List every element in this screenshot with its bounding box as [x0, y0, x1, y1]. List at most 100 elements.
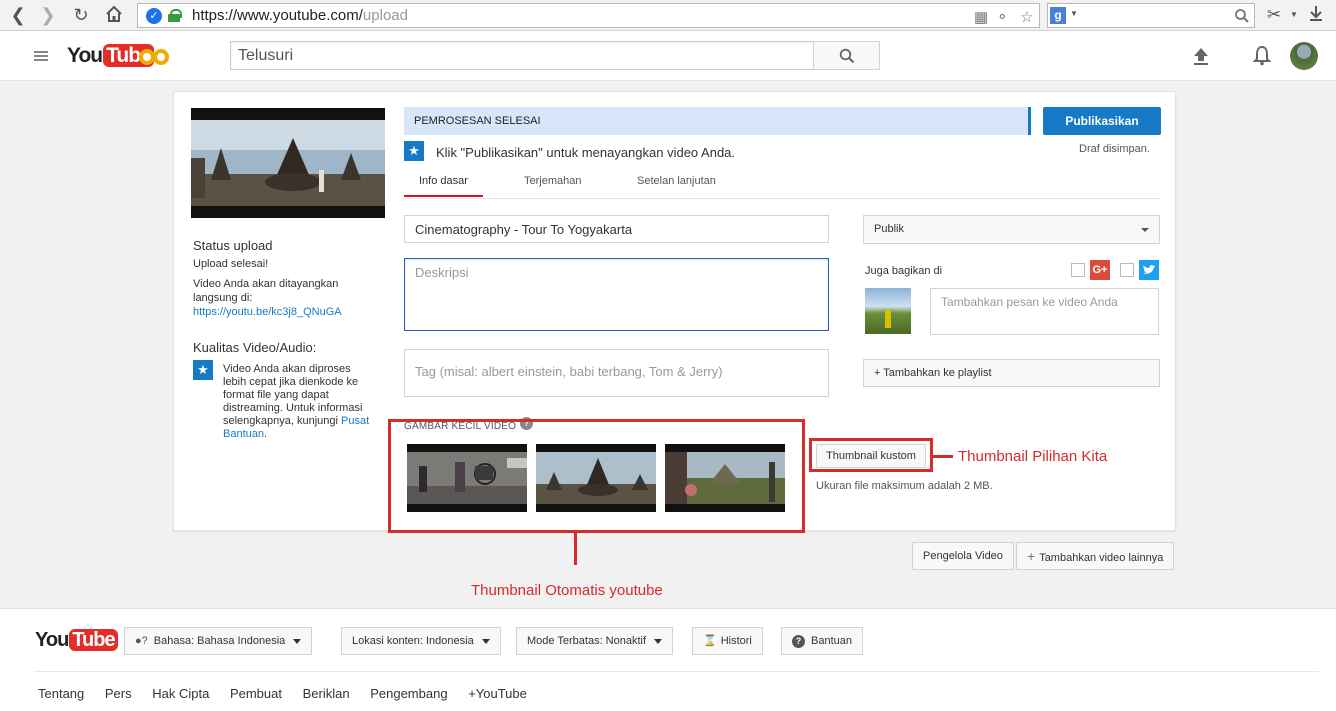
- footer-youtube-logo[interactable]: You Tube: [35, 629, 118, 651]
- tab-basic-info[interactable]: Info dasar: [404, 175, 483, 197]
- location-caret-icon: [481, 638, 490, 644]
- footer-link-copyright[interactable]: Hak Cipta: [152, 686, 209, 701]
- publish-hint-text: Klik "Publikasikan" untuk menayangkan vi…: [436, 145, 736, 160]
- youtube-header: You Tube Telusuri: [0, 31, 1336, 81]
- quality-text: Video Anda akan diproses lebih cepat jik…: [223, 363, 373, 441]
- footer-link-advertise[interactable]: Beriklan: [303, 686, 350, 701]
- video-link[interactable]: https://youtu.be/kc3j8_QNuGA: [193, 306, 342, 318]
- forward-icon[interactable]: ❯: [37, 4, 59, 26]
- footer-link-plus-youtube[interactable]: +YouTube: [468, 686, 527, 701]
- menu-caret-icon[interactable]: ▼: [1283, 4, 1305, 26]
- address-url: https://www.youtube.com/upload: [192, 4, 408, 27]
- scissors-icon[interactable]: ✂: [1263, 4, 1285, 26]
- guide-menu-icon[interactable]: [34, 51, 48, 61]
- share-message-field[interactable]: Tambahkan pesan ke video Anda: [930, 288, 1159, 335]
- browser-toolbar: ❮ ❯ ↻ ✓ https://www.youtube.com/upload ▦…: [0, 0, 1336, 31]
- upload-status-text: Upload selesai!: [193, 258, 269, 270]
- notifications-bell-icon[interactable]: [1250, 44, 1274, 68]
- footer-link-creators[interactable]: Pembuat: [230, 686, 282, 701]
- add-more-plus-icon: +: [1027, 548, 1036, 564]
- browser-search-icon[interactable]: [1234, 8, 1250, 24]
- publish-button[interactable]: Publikasikan: [1043, 107, 1161, 135]
- auto-annotation-connector: [574, 533, 577, 565]
- address-bar[interactable]: ✓ https://www.youtube.com/upload ▦ ⚬ ☆: [137, 3, 1040, 28]
- custom-thumbnail-annotation-box: [809, 438, 933, 472]
- restricted-mode-button[interactable]: Mode Terbatas: Nonaktif: [516, 627, 674, 655]
- add-more-videos-button[interactable]: + Tambahkan video lainnya: [1016, 542, 1175, 570]
- help-label: Bantuan: [811, 635, 852, 647]
- search-engine-caret-icon[interactable]: ▼: [1070, 9, 1078, 18]
- auto-thumbnail-annotation-text: Thumbnail Otomatis youtube: [471, 582, 663, 599]
- url-host: https://www.youtube.com/: [192, 7, 363, 24]
- twitter-icon: [1139, 260, 1159, 280]
- help-button[interactable]: ? Bantuan: [781, 627, 863, 655]
- download-icon[interactable]: [1305, 4, 1327, 26]
- tab-translations[interactable]: Terjemahan: [524, 175, 581, 187]
- video-manager-button[interactable]: Pengelola Video: [912, 542, 1014, 570]
- add-to-playlist-button[interactable]: + Tambahkan ke playlist: [863, 359, 1160, 387]
- url-path: upload: [362, 7, 408, 24]
- custom-annotation-connector: [933, 455, 953, 458]
- description-field[interactable]: Deskripsi: [404, 258, 829, 331]
- share-gplus-checkbox[interactable]: [1071, 263, 1085, 277]
- search-input[interactable]: Telusuri: [230, 41, 814, 70]
- privacy-select[interactable]: Publik: [863, 215, 1160, 244]
- privacy-caret-icon: [1141, 228, 1149, 232]
- share-label: Juga bagikan di: [865, 265, 943, 277]
- footer-divider: [34, 671, 1319, 672]
- publish-hint-star-icon: ★: [404, 141, 424, 161]
- footer: You Tube ●? Bahasa: Bahasa Indonesia Lokas…: [0, 608, 1336, 711]
- description-placeholder: Deskripsi: [415, 265, 469, 280]
- tags-placeholder: Tag (misal: albert einstein, babi terban…: [415, 364, 723, 379]
- home-icon[interactable]: [103, 4, 125, 26]
- translate-icon[interactable]: ▦: [974, 6, 988, 29]
- search-button[interactable]: [813, 41, 880, 70]
- browser-search-box[interactable]: g ▼: [1047, 3, 1255, 28]
- share-thumbnail: [865, 288, 911, 334]
- share-icon[interactable]: ⚬: [996, 6, 1009, 29]
- auto-thumbnails-annotation-box: [388, 419, 805, 533]
- custom-thumbnail-annotation-text: Thumbnail Pilihan Kita: [958, 448, 1108, 465]
- content-location-button[interactable]: Lokasi konten: Indonesia: [341, 627, 501, 655]
- lock-icon: [168, 9, 182, 22]
- help-icon: ?: [792, 635, 805, 648]
- help-center-link-end: .: [263, 428, 268, 440]
- bookmark-star-icon[interactable]: ☆: [1020, 6, 1033, 29]
- share-twitter-checkbox[interactable]: [1120, 263, 1134, 277]
- history-button[interactable]: ⌛ Histori: [692, 627, 763, 655]
- footer-logo-you-text: You: [35, 629, 69, 651]
- logo-you-text: You: [67, 44, 103, 67]
- upload-icon[interactable]: [1189, 44, 1213, 68]
- tab-advanced-settings[interactable]: Setelan lanjutan: [637, 175, 716, 187]
- content-location-label: Lokasi konten: Indonesia: [352, 635, 474, 647]
- logo-doodle-icon: [139, 49, 169, 65]
- processing-status-bar: PEMROSESAN SELESAI: [404, 107, 1031, 135]
- account-avatar[interactable]: [1290, 42, 1318, 70]
- privacy-value: Publik: [874, 223, 904, 235]
- share-thumbnail-figure: [885, 310, 891, 328]
- language-caret-icon: [293, 638, 302, 644]
- restricted-caret-icon: [654, 638, 663, 644]
- title-field[interactable]: Cinematography - Tour To Yogyakarta: [404, 215, 829, 243]
- back-icon[interactable]: ❮: [7, 4, 29, 26]
- language-label: Bahasa: Bahasa Indonesia: [153, 635, 286, 647]
- restricted-mode-label: Mode Terbatas: Nonaktif: [527, 635, 647, 647]
- video-preview[interactable]: [191, 108, 385, 218]
- share-message-placeholder: Tambahkan pesan ke video Anda: [941, 295, 1118, 309]
- history-label: Histori: [720, 635, 752, 647]
- upload-status-heading: Status upload: [193, 238, 273, 253]
- footer-link-developers[interactable]: Pengembang: [370, 686, 447, 701]
- video-preview-image: [191, 108, 385, 218]
- footer-link-press[interactable]: Pers: [105, 686, 132, 701]
- language-button[interactable]: ●? Bahasa: Bahasa Indonesia: [124, 627, 313, 655]
- search-icon: [839, 48, 855, 64]
- google-plus-icon: G+: [1090, 260, 1110, 280]
- max-size-note: Ukuran file maksimum adalah 2 MB.: [816, 480, 993, 492]
- google-icon: g: [1050, 7, 1066, 24]
- live-at-text: Video Anda akan ditayangkan langsung di:: [193, 278, 339, 304]
- footer-link-about[interactable]: Tentang: [38, 686, 84, 701]
- quality-heading: Kualitas Video/Audio:: [193, 340, 317, 355]
- tags-field[interactable]: Tag (misal: albert einstein, babi terban…: [404, 349, 829, 397]
- verified-icon: ✓: [146, 8, 162, 24]
- reload-icon[interactable]: ↻: [70, 4, 92, 26]
